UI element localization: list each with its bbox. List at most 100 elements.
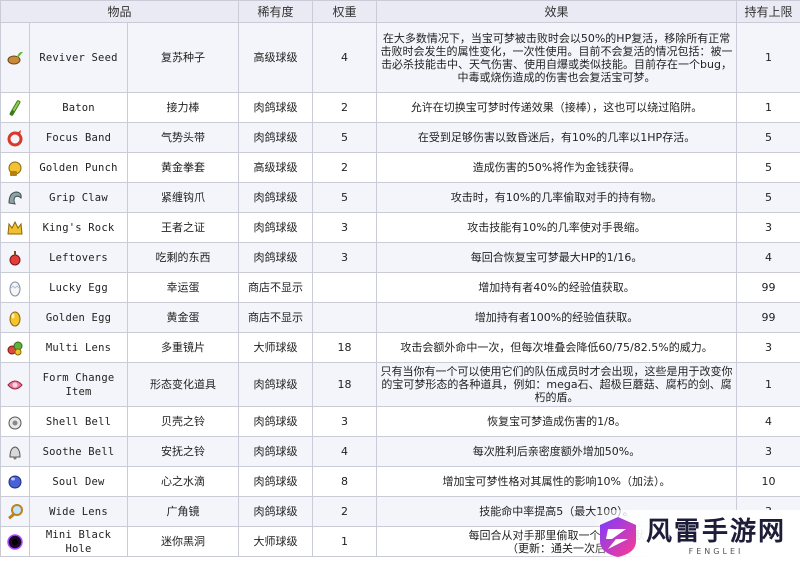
leftovers-icon — [2, 248, 29, 268]
table-row: Form Change Item 形态变化道具 肉鸽球级 18 只有当你有一个可以使用它… — [0, 362, 800, 407]
item-chinese-name: 紧缠钩爪 — [126, 182, 240, 213]
table-row: Focus Band 气势头带 肉鸽球级 5 在受到足够伤害以致昏迷后，有10%的几率以… — [0, 122, 800, 153]
item-english-name: Multi Lens — [29, 332, 128, 363]
grip-claw-icon — [2, 188, 29, 208]
item-chinese-name: 广角镜 — [126, 496, 240, 527]
item-icon-cell — [0, 242, 30, 273]
item-effect: 攻击会额外命中一次，但每次堆叠会降低60/75/82.5%的威力。 — [376, 332, 738, 363]
item-english-name: Form Change Item — [29, 362, 128, 407]
header-limit: 持有上限 — [736, 0, 800, 23]
item-chinese-name: 迷你黑洞 — [126, 526, 240, 557]
item-weight: 5 — [312, 182, 378, 213]
table-row: Soothe Bell 安抚之铃 肉鸽球级 4 每次胜利后亲密度额外增加50%。 3 — [0, 436, 800, 467]
form-change-item-icon — [2, 375, 29, 395]
item-rarity: 高级球级 — [238, 22, 314, 93]
lucky-egg-icon — [2, 278, 29, 298]
reviver-seed-icon — [2, 48, 29, 68]
item-icon-cell — [0, 272, 30, 303]
item-chinese-name: 王者之证 — [126, 212, 240, 243]
item-effect: 在受到足够伤害以致昏迷后，有10%的几率以1HP存活。 — [376, 122, 738, 153]
item-icon-cell — [0, 466, 30, 497]
item-icon-cell — [0, 302, 30, 333]
item-english-name: Golden Egg — [29, 302, 128, 333]
item-chinese-name: 幸运蛋 — [126, 272, 240, 303]
item-rarity: 肉鸽球级 — [238, 242, 314, 273]
watermark-subtitle: FENGLEI — [688, 547, 744, 556]
item-weight: 2 — [312, 496, 378, 527]
item-limit: 3 — [736, 212, 800, 243]
item-icon-cell — [0, 436, 30, 467]
table-row: Grip Claw 紧缠钩爪 肉鸽球级 5 攻击时，有10%的几率偷取对手的持有物。 5 — [0, 182, 800, 213]
item-english-name: King's Rock — [29, 212, 128, 243]
item-chinese-name: 气势头带 — [126, 122, 240, 153]
item-rarity: 大师球级 — [238, 526, 314, 557]
header-item: 物品 — [0, 0, 240, 23]
item-chinese-name: 安抚之铃 — [126, 436, 240, 467]
watermark-title: 风雷手游网 — [646, 517, 787, 547]
item-chinese-name: 形态变化道具 — [126, 362, 240, 407]
item-weight: 1 — [312, 526, 378, 557]
item-icon-cell — [0, 92, 30, 123]
table-row: King's Rock 王者之证 肉鸽球级 3 攻击技能有10%的几率使对手畏缩。 3 — [0, 212, 800, 243]
golden-egg-icon — [2, 308, 29, 328]
item-icon-cell — [0, 526, 30, 557]
item-limit: 1 — [736, 92, 800, 123]
item-chinese-name: 多重镜片 — [126, 332, 240, 363]
item-weight: 18 — [312, 362, 378, 407]
item-weight: 4 — [312, 22, 378, 93]
item-effect: 增加宝可梦性格对其属性的影响10%（加法）。 — [376, 466, 738, 497]
item-rarity: 高级球级 — [238, 152, 314, 183]
item-limit: 10 — [736, 466, 800, 497]
table-row: Baton 接力棒 肉鸽球级 2 允许在切换宝可梦时传递效果（接棒），这也可以绕过陷阱。… — [0, 92, 800, 123]
multi-lens-icon — [2, 338, 29, 358]
item-effect: 允许在切换宝可梦时传递效果（接棒），这也可以绕过陷阱。 — [376, 92, 738, 123]
item-icon-cell — [0, 22, 30, 93]
watermark: 风雷手游网 FENGLEI — [592, 510, 800, 564]
item-limit: 5 — [736, 152, 800, 183]
table-row: Shell Bell 贝壳之铃 肉鸽球级 3 恢复宝可梦造成伤害的1/8。 4 — [0, 406, 800, 437]
table-row: Golden Egg 黄金蛋 商店不显示 增加持有者100%的经验值获取。 99 — [0, 302, 800, 333]
item-rarity: 肉鸽球级 — [238, 466, 314, 497]
item-limit: 3 — [736, 332, 800, 363]
kings-rock-icon — [2, 218, 29, 238]
wide-lens-icon — [2, 502, 29, 522]
item-weight: 18 — [312, 332, 378, 363]
item-table: 物品 稀有度 权重 效果 持有上限 Reviver Seed 复苏种子 高级球级 4 在… — [0, 0, 800, 557]
item-english-name: Baton — [29, 92, 128, 123]
header-rarity: 稀有度 — [238, 0, 314, 23]
item-rarity: 肉鸽球级 — [238, 496, 314, 527]
item-limit: 99 — [736, 302, 800, 333]
item-rarity: 肉鸽球级 — [238, 122, 314, 153]
item-icon-cell — [0, 122, 30, 153]
item-weight: 3 — [312, 406, 378, 437]
item-limit: 5 — [736, 122, 800, 153]
item-weight: 3 — [312, 242, 378, 273]
item-weight: 8 — [312, 466, 378, 497]
soul-dew-icon — [2, 472, 29, 492]
header-effect: 效果 — [376, 0, 738, 23]
focus-band-icon — [2, 128, 29, 148]
item-effect: 攻击技能有10%的几率使对手畏缩。 — [376, 212, 738, 243]
item-effect: 恢复宝可梦造成伤害的1/8。 — [376, 406, 738, 437]
item-weight — [312, 302, 378, 333]
golden-punch-icon — [2, 158, 29, 178]
table-row: Multi Lens 多重镜片 大师球级 18 攻击会额外命中一次，但每次堆叠会降低60… — [0, 332, 800, 363]
item-rarity: 大师球级 — [238, 332, 314, 363]
item-effect: 每次胜利后亲密度额外增加50%。 — [376, 436, 738, 467]
shell-bell-icon — [2, 412, 29, 432]
item-limit: 4 — [736, 406, 800, 437]
item-chinese-name: 黄金拳套 — [126, 152, 240, 183]
item-chinese-name: 心之水滴 — [126, 466, 240, 497]
table-row: Golden Punch 黄金拳套 高级球级 2 造成伤害的50%将作为金钱获得。 5 — [0, 152, 800, 183]
item-limit: 3 — [736, 436, 800, 467]
item-rarity: 肉鸽球级 — [238, 436, 314, 467]
item-effect: 只有当你有一个可以使用它们的队伍成员时才会出现，这些是用于改变你的宝可梦形态的各… — [376, 362, 738, 407]
table-row: Reviver Seed 复苏种子 高级球级 4 在大多数情况下，当宝可梦被击败时会以5… — [0, 22, 800, 93]
item-limit: 4 — [736, 242, 800, 273]
item-effect: 造成伤害的50%将作为金钱获得。 — [376, 152, 738, 183]
item-rarity: 肉鸽球级 — [238, 406, 314, 437]
item-effect: 增加持有者40%的经验值获取。 — [376, 272, 738, 303]
item-english-name: Soothe Bell — [29, 436, 128, 467]
item-english-name: Mini Black Hole — [29, 526, 128, 557]
item-icon-cell — [0, 496, 30, 527]
